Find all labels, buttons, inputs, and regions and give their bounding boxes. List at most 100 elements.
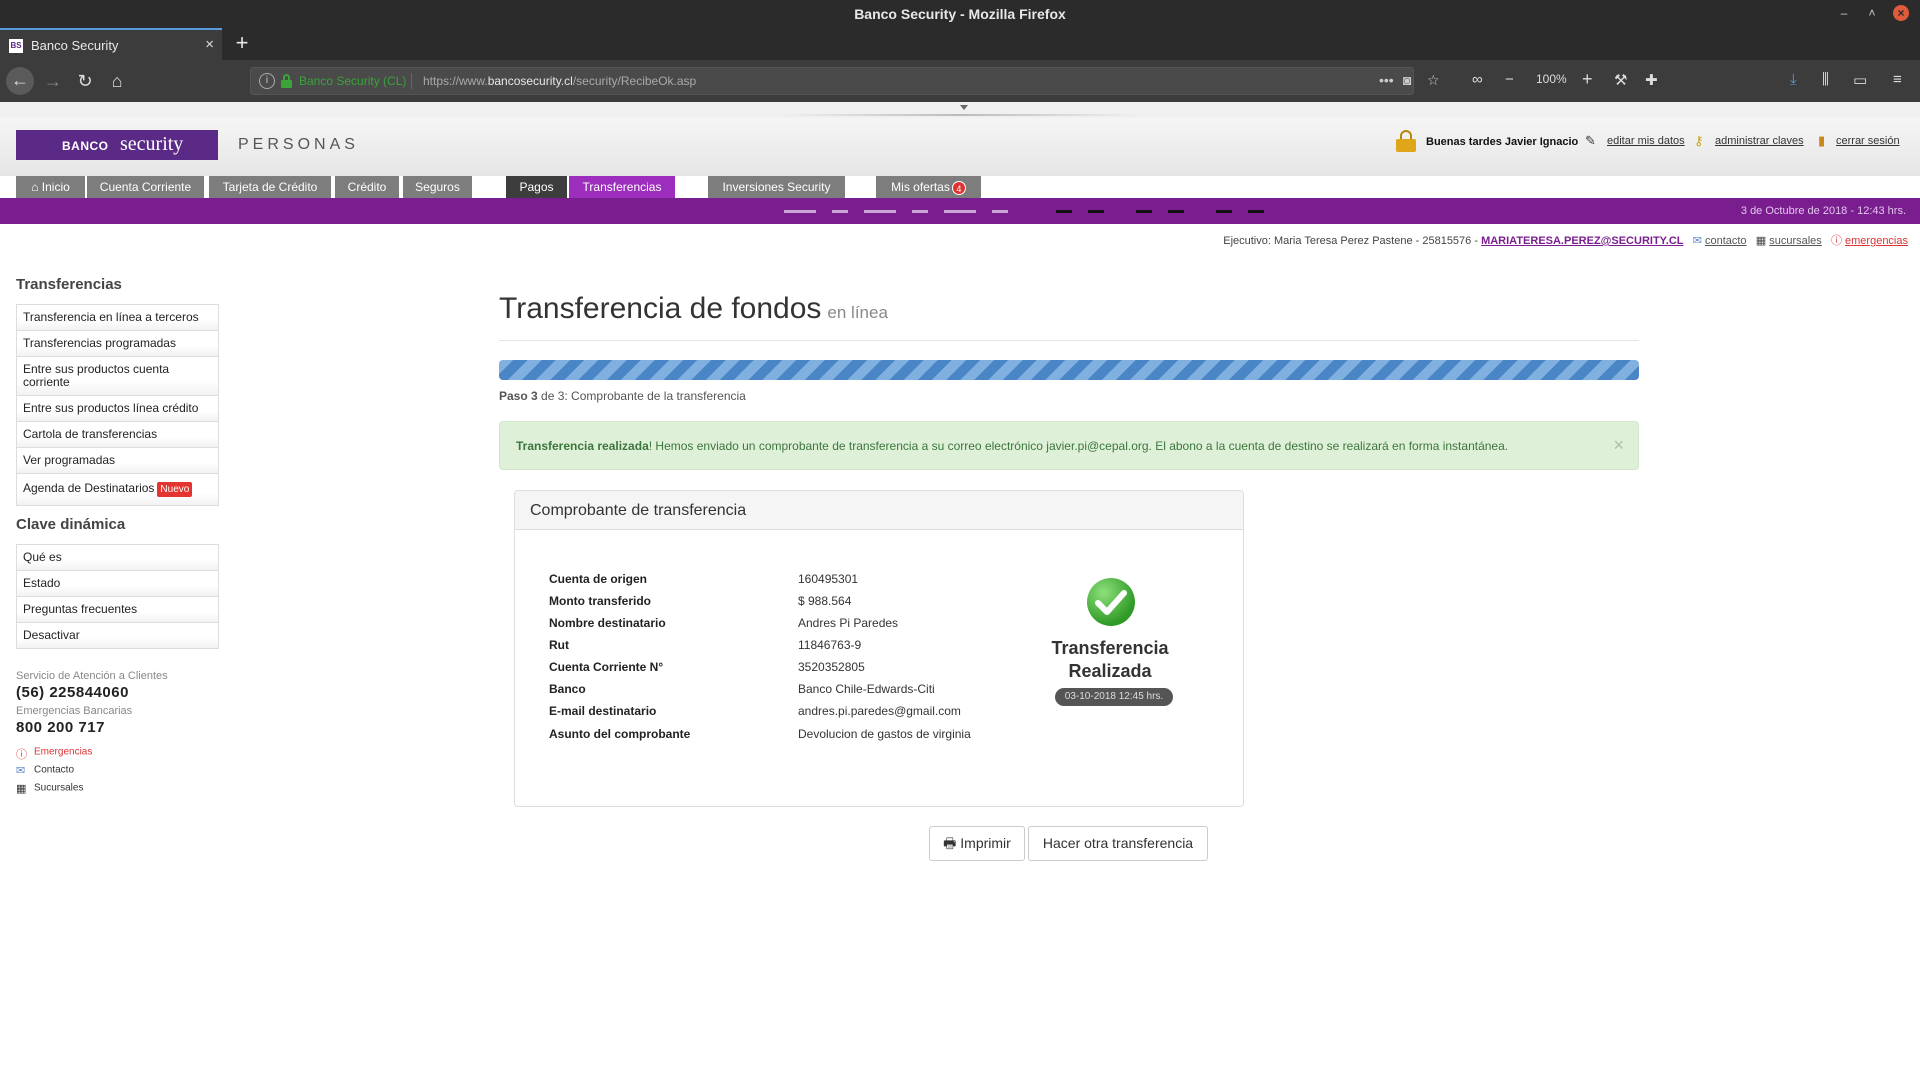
logo-banco-text: BANCO — [62, 139, 109, 153]
branches-link[interactable]: sucursales — [1769, 235, 1822, 247]
subnav-item[interactable] — [784, 210, 816, 213]
sidebar-item-linea-credito[interactable]: Entre sus productos línea crédito — [17, 396, 218, 422]
main-nav: ⌂ Inicio Cuenta Corriente Tarjeta de Cré… — [0, 176, 1920, 198]
bookmark-star-icon[interactable]: ☆ — [1427, 72, 1440, 89]
subnav-item[interactable] — [1168, 210, 1184, 213]
alert-close-icon[interactable]: × — [1613, 435, 1624, 456]
nav-transferencias[interactable]: Transferencias — [569, 176, 675, 198]
new-tab-icon[interactable]: + — [230, 30, 254, 56]
browser-tab[interactable]: BS Banco Security × — [0, 28, 222, 60]
subnav-item[interactable] — [864, 210, 896, 213]
sidebar-item-cuenta-corriente[interactable]: Entre sus productos cuenta corriente — [17, 357, 218, 396]
step-indicator: Paso 3 de 3: Comprobante de la transfere… — [499, 389, 746, 403]
zoom-out-icon[interactable]: − — [1505, 71, 1514, 88]
receipt-row: E-mail destinatario andres.pi.paredes@gma… — [549, 704, 969, 726]
receipt-row: Rut 11846763-9 — [549, 638, 969, 660]
nav-tarjeta-credito[interactable]: Tarjeta de Crédito — [209, 176, 331, 198]
footer-branches-link[interactable]: ▦ Sucursales — [16, 782, 236, 795]
restore-icon[interactable]: ˄ — [1864, 5, 1880, 21]
progress-bar — [499, 360, 1639, 380]
subnav-item[interactable] — [992, 210, 1008, 213]
footer-contact-link[interactable]: ✉ Contacto — [16, 764, 236, 777]
close-window-icon[interactable]: × — [1893, 5, 1909, 21]
sidebar-item-desactivar[interactable]: Desactivar — [17, 623, 218, 649]
receipt-title: Comprobante de transferencia — [515, 491, 1243, 530]
subnav-item[interactable] — [1136, 210, 1152, 213]
reload-icon[interactable]: ↻ — [72, 68, 98, 94]
window-title: Banco Security - Mozilla Firefox — [854, 6, 1066, 22]
receipt-row: Asunto del comprobante Devolucion de gast… — [549, 727, 971, 749]
zoom-in-icon[interactable]: + — [1582, 69, 1593, 90]
subnav-item[interactable] — [1216, 210, 1232, 213]
sidebar-item-estado[interactable]: Estado — [17, 571, 218, 597]
manage-keys-link[interactable]: administrar claves — [1715, 135, 1804, 147]
lock-icon[interactable] — [281, 74, 292, 88]
url-bar[interactable]: i Banco Security (CL) https://www.bancos… — [250, 67, 1440, 95]
subnav-item[interactable] — [832, 210, 848, 213]
sidebar-item-que-es[interactable]: Qué es — [17, 545, 218, 571]
section-label: PERSONAS — [238, 136, 359, 153]
home-icon[interactable]: ⌂ — [104, 68, 130, 94]
nav-seguros[interactable]: Seguros — [403, 176, 472, 198]
footer-emergencies-link[interactable]: ⓘ Emergencias — [16, 746, 236, 761]
print-button[interactable]: 🖶 Imprimir — [929, 826, 1025, 861]
sidebar-transfer-menu: Transferencia en línea a terceros Transf… — [16, 304, 219, 506]
subnav-item[interactable] — [1248, 210, 1264, 213]
contact-link[interactable]: contacto — [1705, 235, 1747, 247]
pocket-icon[interactable]: ◙ — [1403, 72, 1411, 88]
library-icon[interactable]: ⫼ — [1822, 71, 1829, 88]
sidebar-item-faq[interactable]: Preguntas frecuentes — [17, 597, 218, 623]
sidebar-item-programadas[interactable]: Transferencias programadas — [17, 331, 218, 357]
url-text[interactable]: https://www.bancosecurity.cl/security/Re… — [423, 74, 696, 88]
downloads-icon[interactable]: ⤓ — [1790, 71, 1797, 88]
sidebar-title-transferencias: Transferencias — [16, 276, 122, 293]
nav-pagos[interactable]: Pagos — [506, 176, 567, 198]
subnav-item[interactable] — [912, 210, 928, 213]
sidebar-item-cartola[interactable]: Cartola de transferencias — [17, 422, 218, 448]
nav-inversiones[interactable]: Inversiones Security — [708, 176, 845, 198]
subnav-item[interactable] — [1088, 210, 1104, 213]
door-icon: ▮ — [1818, 133, 1826, 148]
extensions-icon[interactable]: ✚ — [1645, 71, 1658, 89]
printer-icon: 🖶 — [943, 835, 957, 851]
subnav-item[interactable] — [1056, 210, 1072, 213]
menu-icon[interactable]: ≡ — [1893, 71, 1902, 88]
executive-email-link[interactable]: MARIATERESA.PEREZ@SECURITY.CL — [1481, 235, 1683, 247]
emergency-phone: 800 200 717 — [16, 719, 105, 736]
receipt-value: Banco Chile-Edwards-Citi — [798, 682, 935, 696]
forward-arrow-icon[interactable]: → — [40, 68, 66, 94]
new-transfer-button[interactable]: Hacer otra transferencia — [1028, 826, 1208, 861]
sidebar-toggle-icon[interactable]: ▭ — [1853, 71, 1867, 89]
nav-cuenta-corriente[interactable]: Cuenta Corriente — [87, 176, 204, 198]
sidebar-item-agenda[interactable]: Agenda de Destinatarios Nuevo — [17, 474, 218, 506]
bank-logo[interactable]: BANCO security — [16, 130, 218, 160]
back-arrow-icon[interactable]: ← — [6, 67, 34, 95]
page-title-text: Transferencia de fondos — [499, 292, 822, 325]
info-icon[interactable]: i — [259, 73, 275, 89]
emergencies-link[interactable]: emergencias — [1845, 235, 1908, 247]
alert-icon: ⓘ — [16, 749, 27, 761]
reader-view-icon[interactable]: ∞ — [1472, 71, 1483, 88]
chevron-down-icon[interactable] — [960, 105, 968, 110]
minimize-icon[interactable]: – — [1836, 5, 1852, 21]
tab-close-icon[interactable]: × — [205, 36, 214, 53]
nav-credito[interactable]: Crédito — [335, 176, 399, 198]
tab-title: Banco Security — [31, 38, 119, 53]
home-icon: ⌂ — [31, 180, 42, 194]
receipt-label: E-mail destinatario — [549, 704, 657, 718]
page-title: Transferencia de fondos en línea — [499, 292, 888, 326]
logout-link[interactable]: cerrar sesión — [1836, 135, 1900, 147]
grip-line — [780, 114, 1140, 116]
sidebar-item-terceros[interactable]: Transferencia en línea a terceros — [17, 305, 218, 331]
zoom-level[interactable]: 100% — [1536, 72, 1567, 86]
edit-data-link[interactable]: editar mis datos — [1607, 135, 1685, 147]
nav-mis-ofertas[interactable]: Mis ofertas 4 — [876, 176, 981, 198]
nav-inicio[interactable]: ⌂ Inicio — [16, 176, 85, 198]
sidebar-item-ver-programadas[interactable]: Ver programadas — [17, 448, 218, 474]
wrench-icon[interactable]: ⚒ — [1614, 71, 1627, 89]
envelope-icon: ✉ — [16, 765, 26, 777]
subnav-item[interactable] — [944, 210, 976, 213]
site-identity[interactable]: Banco Security (CL) — [299, 74, 406, 88]
page-actions-icon[interactable]: ••• — [1379, 72, 1394, 88]
logo-security-text: security — [120, 133, 184, 155]
